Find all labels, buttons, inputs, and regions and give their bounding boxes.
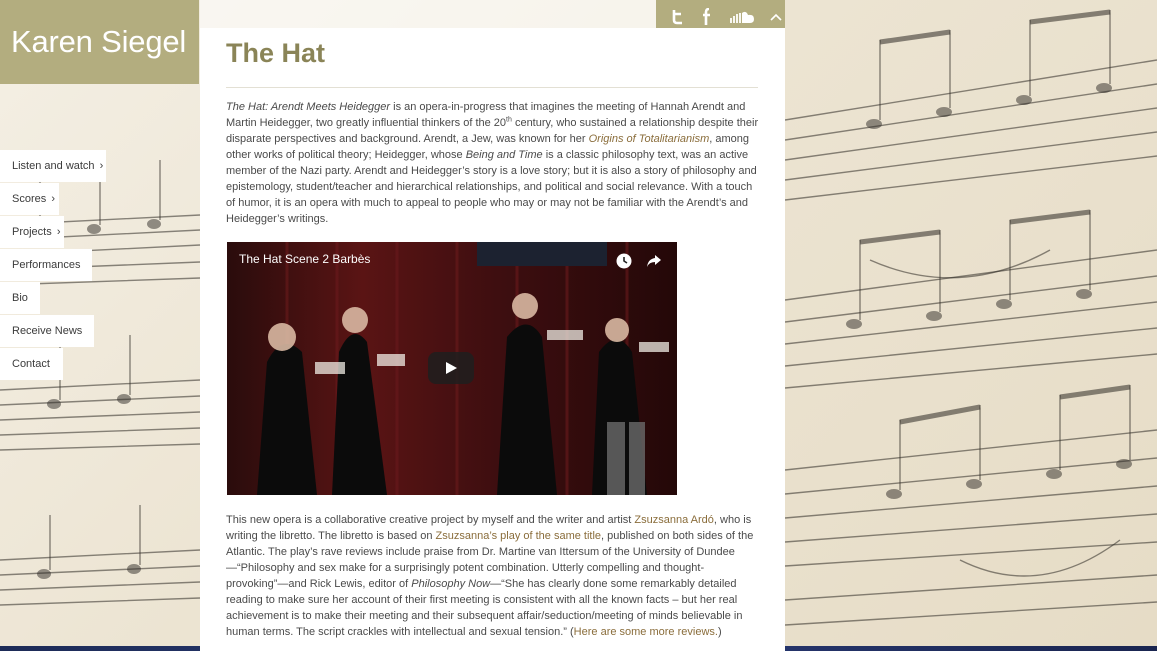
video-title[interactable]: The Hat Scene 2 Barbès — [239, 252, 370, 266]
nav-item-performances[interactable]: Performances — [0, 249, 92, 281]
nav-item-label: Receive News — [12, 325, 83, 337]
nav-item-projects[interactable]: Projects › — [0, 216, 64, 248]
play-button[interactable] — [428, 352, 474, 384]
being-and-time-text: Being and Time — [465, 149, 543, 161]
opera-title-text: The Hat: Arendt Meets Heidegger — [226, 101, 391, 113]
chevron-right-icon: › — [56, 226, 61, 238]
origins-of-totalitarianism-link[interactable]: Origins of Totalitarianism — [589, 133, 710, 145]
page-title: The Hat — [226, 38, 326, 68]
site-title[interactable]: Karen Siegel — [0, 0, 199, 84]
scroll-up-icon[interactable] — [767, 7, 785, 27]
facebook-icon[interactable] — [698, 7, 716, 27]
title-divider — [226, 87, 758, 88]
intro-paragraph: The Hat: Arendt Meets Heidegger is an op… — [226, 99, 760, 227]
paragraph-text: ) — [717, 626, 722, 638]
side-nav: Listen and watch › Scores › Projects › P… — [0, 150, 106, 381]
collaboration-paragraph: This new opera is a collaborative creati… — [226, 512, 760, 640]
chevron-right-icon: › — [99, 160, 104, 172]
nav-item-label: Performances — [12, 259, 81, 271]
play-of-same-title-link[interactable]: Zsuzsanna’s play of the same title — [436, 530, 602, 542]
clock-icon[interactable] — [615, 252, 633, 270]
nav-item-contact[interactable]: Contact — [0, 348, 63, 380]
nav-item-label: Scores — [12, 193, 47, 205]
zsuzsanna-ardo-link[interactable]: Zsuzsanna Ardó — [634, 514, 714, 526]
nav-item-listen-and-watch[interactable]: Listen and watch › — [0, 150, 106, 182]
more-reviews-link[interactable]: Here are some more reviews. — [574, 626, 718, 638]
paragraph-text: This new opera is a collaborative creati… — [226, 514, 635, 526]
nav-item-receive-news[interactable]: Receive News — [0, 315, 94, 347]
chevron-right-icon: › — [51, 193, 55, 205]
play-icon — [446, 362, 457, 374]
twitter-icon[interactable] — [668, 7, 686, 27]
soundcloud-icon[interactable] — [729, 7, 755, 27]
nav-item-scores[interactable]: Scores › — [0, 183, 59, 215]
video-controls — [615, 252, 663, 270]
nav-item-label: Contact — [12, 358, 50, 370]
main-content: The Hat The Hat: Arendt Meets Heidegger … — [200, 28, 785, 651]
nav-item-label: Projects — [12, 226, 52, 238]
nav-item-label: Listen and watch — [12, 160, 95, 172]
nav-item-bio[interactable]: Bio — [0, 282, 40, 314]
share-icon[interactable] — [645, 252, 663, 270]
nav-item-label: Bio — [12, 292, 28, 304]
video-player[interactable]: The Hat Scene 2 Barbès — [227, 242, 677, 495]
philosophy-now-text: Philosophy Now — [411, 578, 491, 590]
